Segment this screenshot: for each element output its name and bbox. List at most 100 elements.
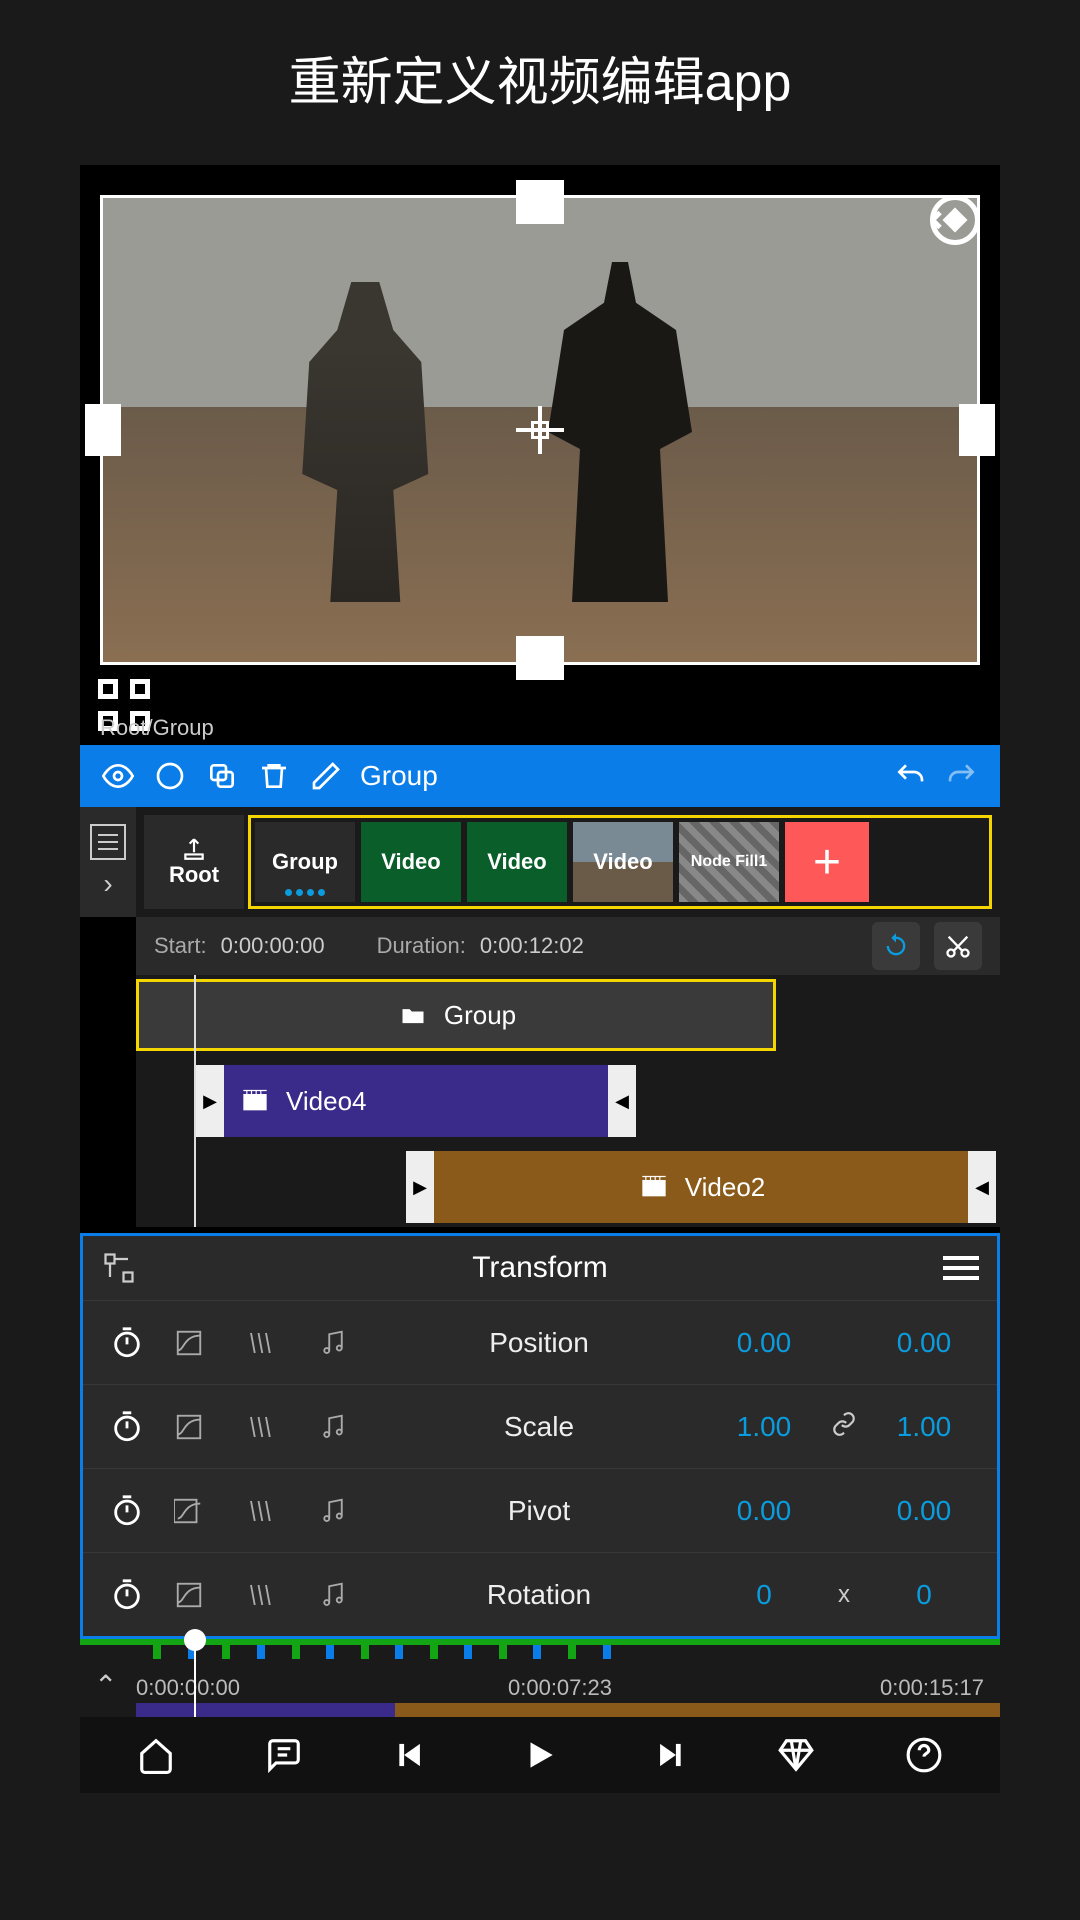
position-x-value[interactable]: 0.00 — [709, 1327, 819, 1359]
position-label: Position — [369, 1327, 709, 1359]
node-label: Video — [381, 849, 441, 875]
node-label: Video — [487, 849, 547, 875]
redo-icon[interactable] — [940, 754, 984, 798]
video-icon — [238, 1087, 272, 1115]
nodes-section: › Root Group Video Video Video Node Fill… — [80, 807, 1000, 917]
time-ruler[interactable]: ⌃ 0:00:00:00 0:00:07:23 0:00:15:17 — [80, 1639, 1000, 1717]
curve-icon[interactable] — [153, 1580, 225, 1610]
resize-handle-right[interactable] — [959, 404, 995, 456]
pivot-y-value[interactable]: 0.00 — [869, 1495, 979, 1527]
music-icon[interactable] — [297, 1580, 369, 1610]
help-icon[interactable] — [894, 1725, 954, 1785]
rotation-label: Rotation — [369, 1579, 709, 1611]
page-title: 重新定义视频编辑app — [0, 0, 1080, 165]
transform-header: Transform — [83, 1236, 997, 1300]
clip-group-label: Group — [444, 1000, 516, 1031]
position-y-value[interactable]: 0.00 — [869, 1327, 979, 1359]
rotation-turns-value[interactable]: 0 — [709, 1579, 819, 1611]
clip-handle-left[interactable]: ▶ — [196, 1065, 224, 1137]
circle-icon[interactable] — [148, 754, 192, 798]
side-tabs[interactable]: › — [80, 807, 136, 917]
pivot-label: Pivot — [369, 1495, 709, 1527]
duration-label: Duration: — [377, 933, 466, 959]
breadcrumb: Root/Group — [100, 715, 214, 741]
node-group-label: Group — [272, 849, 338, 875]
clip-group[interactable]: Group — [136, 979, 776, 1051]
transform-row-rotation: Rotation 0 x 0 — [83, 1552, 997, 1636]
copy-icon[interactable] — [200, 754, 244, 798]
edit-icon[interactable] — [304, 754, 348, 798]
transform-row-position: Position 0.00 0.00 — [83, 1300, 997, 1384]
timeline[interactable]: Group ▶ Video4 ◀ ▶ Video2 ◀ — [136, 975, 1000, 1227]
wiggle-icon[interactable] — [225, 1496, 297, 1526]
add-node-button[interactable]: + — [785, 822, 869, 902]
root-node[interactable]: Root — [144, 815, 244, 909]
scale-x-value[interactable]: 1.00 — [709, 1411, 819, 1443]
music-icon[interactable] — [297, 1496, 369, 1526]
pivot-crosshair-icon[interactable] — [516, 406, 564, 454]
stopwatch-icon[interactable] — [101, 1494, 153, 1528]
node-fill[interactable]: Node Fill1 — [679, 822, 779, 902]
chevron-right-icon[interactable]: › — [103, 868, 112, 900]
scale-y-value[interactable]: 1.00 — [869, 1411, 979, 1443]
transform-row-scale: Scale 1.00 1.00 — [83, 1384, 997, 1468]
cut-icon[interactable] — [934, 922, 982, 970]
toolbar-group-label: Group — [360, 760, 438, 792]
curve-icon[interactable] — [153, 1496, 225, 1526]
resize-handle-bottom[interactable] — [516, 636, 564, 680]
wiggle-icon[interactable] — [225, 1328, 297, 1358]
duration-value[interactable]: 0:00:12:02 — [480, 933, 584, 959]
node-video-2[interactable]: Video — [467, 822, 567, 902]
nodes-bar: Root Group Video Video Video Node Fill1 … — [136, 807, 1000, 917]
clip-handle-right[interactable]: ◀ — [608, 1065, 636, 1137]
curve-icon[interactable] — [153, 1412, 225, 1442]
clip-video4-label: Video4 — [286, 1086, 367, 1117]
clip-handle-left[interactable]: ▶ — [406, 1151, 434, 1223]
undo-icon[interactable] — [888, 754, 932, 798]
stopwatch-icon[interactable] — [101, 1410, 153, 1444]
music-icon[interactable] — [297, 1412, 369, 1442]
play-icon[interactable] — [510, 1725, 570, 1785]
wiggle-icon[interactable] — [225, 1412, 297, 1442]
step-back-icon[interactable] — [382, 1725, 442, 1785]
node-video-3[interactable]: Video — [573, 822, 673, 902]
reset-icon[interactable] — [872, 922, 920, 970]
node-group[interactable]: Group — [255, 822, 355, 902]
nodes-scroll[interactable]: Group Video Video Video Node Fill1 + — [248, 815, 992, 909]
diamond-icon[interactable] — [766, 1725, 826, 1785]
clip-video4[interactable]: ▶ Video4 ◀ — [196, 1065, 636, 1137]
transform-title: Transform — [137, 1251, 943, 1285]
resize-handle-top[interactable] — [516, 180, 564, 224]
playhead[interactable] — [194, 975, 196, 1227]
pivot-x-value[interactable]: 0.00 — [709, 1495, 819, 1527]
link-icon[interactable] — [819, 1411, 869, 1442]
root-label: Root — [169, 862, 219, 888]
stopwatch-icon[interactable] — [101, 1326, 153, 1360]
menu-icon[interactable] — [943, 1256, 979, 1280]
preview-area[interactable]: Root/Group — [80, 165, 1000, 745]
step-forward-icon[interactable] — [638, 1725, 698, 1785]
app-frame: Root/Group Group › Root Group — [80, 165, 1000, 1793]
rotate-handle-icon[interactable] — [925, 190, 985, 250]
ruler-t1: 0:00:07:23 — [508, 1675, 612, 1701]
preview-canvas[interactable] — [100, 195, 980, 665]
visibility-icon[interactable] — [96, 754, 140, 798]
collapse-icon[interactable]: ⌃ — [94, 1669, 117, 1702]
list-icon[interactable] — [90, 824, 126, 860]
curve-icon[interactable] — [153, 1328, 225, 1358]
comment-icon[interactable] — [254, 1725, 314, 1785]
delete-icon[interactable] — [252, 754, 296, 798]
wiggle-icon[interactable] — [225, 1580, 297, 1610]
transform-node-icon[interactable] — [101, 1250, 137, 1286]
rotation-deg-value[interactable]: 0 — [869, 1579, 979, 1611]
stopwatch-icon[interactable] — [101, 1578, 153, 1612]
node-video-1[interactable]: Video — [361, 822, 461, 902]
clip-handle-right[interactable]: ◀ — [968, 1151, 996, 1223]
start-value[interactable]: 0:00:00:00 — [221, 933, 325, 959]
resize-handle-left[interactable] — [85, 404, 121, 456]
music-icon[interactable] — [297, 1328, 369, 1358]
ruler-playhead[interactable] — [194, 1639, 196, 1717]
home-icon[interactable] — [126, 1725, 186, 1785]
clip-video2[interactable]: ▶ Video2 ◀ — [406, 1151, 996, 1223]
scale-label: Scale — [369, 1411, 709, 1443]
